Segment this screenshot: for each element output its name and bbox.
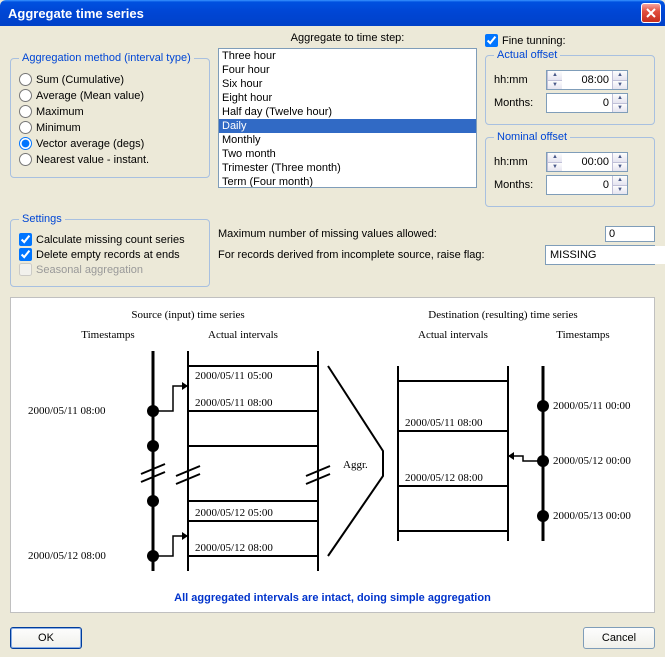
svg-text:2000/05/11 08:00: 2000/05/11 08:00	[195, 397, 273, 409]
svg-text:2000/05/11 08:00: 2000/05/11 08:00	[405, 417, 483, 429]
method-option-label: Average (Mean value)	[36, 90, 144, 102]
calc-missing-label[interactable]: Calculate missing count series	[36, 234, 185, 246]
svg-text:2000/05/11 08:00: 2000/05/11 08:00	[28, 405, 106, 417]
method-option-label: Sum (Cumulative)	[36, 74, 124, 86]
actual-hhmm-down-left[interactable]: ▼	[547, 81, 562, 90]
nominal-hhmm-up-left[interactable]: ▲	[547, 153, 562, 163]
nominal-offset-group: Nominal offset hh:mm ▲▼▲▼ Months: ▲▼	[485, 131, 655, 207]
timestep-item[interactable]: Two month	[219, 147, 476, 161]
nominal-months-input[interactable]	[547, 176, 612, 194]
calc-missing-checkbox[interactable]	[19, 233, 32, 246]
nominal-months-up[interactable]: ▲	[612, 176, 627, 186]
actual-hhmm-label: hh:mm	[494, 74, 542, 86]
close-button[interactable]	[641, 3, 661, 23]
svg-text:2000/05/12 08:00: 2000/05/12 08:00	[195, 542, 273, 554]
method-radio[interactable]	[19, 73, 32, 86]
nominal-hhmm-label: hh:mm	[494, 156, 542, 168]
method-radio[interactable]	[19, 105, 32, 118]
aggregation-diagram: Source (input) time series Destination (…	[10, 297, 655, 613]
nominal-hhmm-input[interactable]	[562, 153, 612, 171]
ok-button[interactable]: OK	[10, 627, 82, 649]
timestep-label: Aggregate to time step:	[218, 32, 477, 44]
actual-months-up[interactable]: ▲	[612, 94, 627, 104]
nominal-hhmm-down-left[interactable]: ▼	[547, 163, 562, 172]
svg-text:2000/05/13 00:00: 2000/05/13 00:00	[553, 510, 631, 522]
svg-text:2000/05/12 00:00: 2000/05/12 00:00	[553, 455, 631, 467]
svg-text:2000/05/11 00:00: 2000/05/11 00:00	[553, 400, 631, 412]
svg-text:2000/05/11 05:00: 2000/05/11 05:00	[195, 370, 273, 382]
seasonal-label: Seasonal aggregation	[36, 264, 143, 276]
method-option[interactable]: Average (Mean value)	[19, 89, 201, 102]
method-radio[interactable]	[19, 121, 32, 134]
method-option[interactable]: Minimum	[19, 121, 201, 134]
method-radio[interactable]	[19, 89, 32, 102]
fine-tuning-label[interactable]: Fine tunning:	[502, 35, 566, 47]
svg-text:2000/05/12 05:00: 2000/05/12 05:00	[195, 507, 273, 519]
src-int-label: Actual intervals	[208, 329, 278, 341]
actual-offset-group: Actual offset hh:mm ▲▼▲▼ Months: ▲▼	[485, 49, 655, 125]
svg-text:2000/05/12 08:00: 2000/05/12 08:00	[405, 472, 483, 484]
max-missing-input[interactable]	[605, 226, 655, 242]
settings-group: Settings Calculate missing count series …	[10, 213, 210, 287]
dst-title: Destination (resulting) time series	[428, 309, 577, 321]
seasonal-checkbox	[19, 263, 32, 276]
method-option-label: Vector average (degs)	[36, 138, 144, 150]
window-title: Aggregate time series	[8, 6, 641, 21]
timestep-item[interactable]: Monthly	[219, 133, 476, 147]
max-missing-label: Maximum number of missing values allowed…	[218, 228, 599, 240]
method-option[interactable]: Nearest value - instant.	[19, 153, 201, 166]
timestep-item[interactable]: Trimester (Three month)	[219, 161, 476, 175]
aggregation-method-group: Aggregation method (interval type) Sum (…	[10, 52, 210, 178]
method-radio[interactable]	[19, 137, 32, 150]
svg-text:2000/05/12 08:00: 2000/05/12 08:00	[28, 550, 106, 562]
method-option[interactable]: Sum (Cumulative)	[19, 73, 201, 86]
timestep-item[interactable]: Four hour	[219, 63, 476, 77]
timestep-item[interactable]: Eight hour	[219, 91, 476, 105]
nominal-offset-legend: Nominal offset	[494, 131, 570, 143]
method-option[interactable]: Maximum	[19, 105, 201, 118]
timestep-listbox[interactable]: Three hourFour hourSix hourEight hourHal…	[218, 48, 477, 188]
nominal-months-down[interactable]: ▼	[612, 186, 627, 195]
dst-int-label: Actual intervals	[418, 329, 488, 341]
incomplete-flag-label: For records derived from incomplete sour…	[218, 249, 539, 261]
actual-offset-legend: Actual offset	[494, 49, 560, 61]
delete-empty-checkbox[interactable]	[19, 248, 32, 261]
timestep-item[interactable]: Three hour	[219, 49, 476, 63]
actual-months-input[interactable]	[547, 94, 612, 112]
nominal-hhmm-up[interactable]: ▲	[612, 153, 627, 163]
nominal-hhmm-down[interactable]: ▼	[612, 163, 627, 172]
method-option-label: Minimum	[36, 122, 81, 134]
nominal-months-label: Months:	[494, 179, 542, 191]
timestep-item[interactable]: Daily	[219, 119, 476, 133]
fine-tuning-checkbox[interactable]	[485, 34, 498, 47]
timestep-item[interactable]: Six hour	[219, 77, 476, 91]
incomplete-flag-value[interactable]	[546, 246, 665, 264]
incomplete-flag-dropdown[interactable]: ▼	[545, 245, 655, 265]
aggregation-method-legend: Aggregation method (interval type)	[19, 52, 194, 64]
method-option[interactable]: Vector average (degs)	[19, 137, 201, 150]
actual-hhmm-input[interactable]	[562, 71, 612, 89]
actual-hhmm-up[interactable]: ▲	[612, 71, 627, 81]
method-radio[interactable]	[19, 153, 32, 166]
cancel-button[interactable]: Cancel	[583, 627, 655, 649]
timestep-item[interactable]: Half day (Twelve hour)	[219, 105, 476, 119]
actual-hhmm-up-left[interactable]: ▲	[547, 71, 562, 81]
dst-ts-label: Timestamps	[556, 329, 609, 341]
timestep-item[interactable]: Term (Four month)	[219, 175, 476, 188]
actual-months-down[interactable]: ▼	[612, 104, 627, 113]
src-title: Source (input) time series	[131, 309, 244, 321]
svg-text:Aggr.: Aggr.	[343, 459, 368, 471]
actual-hhmm-down[interactable]: ▼	[612, 81, 627, 90]
method-option-label: Maximum	[36, 106, 84, 118]
delete-empty-label[interactable]: Delete empty records at ends	[36, 249, 180, 261]
actual-months-label: Months:	[494, 97, 542, 109]
settings-legend: Settings	[19, 213, 65, 225]
src-ts-label: Timestamps	[81, 329, 134, 341]
diagram-footer: All aggregated intervals are intact, doi…	[19, 592, 646, 604]
method-option-label: Nearest value - instant.	[36, 154, 149, 166]
